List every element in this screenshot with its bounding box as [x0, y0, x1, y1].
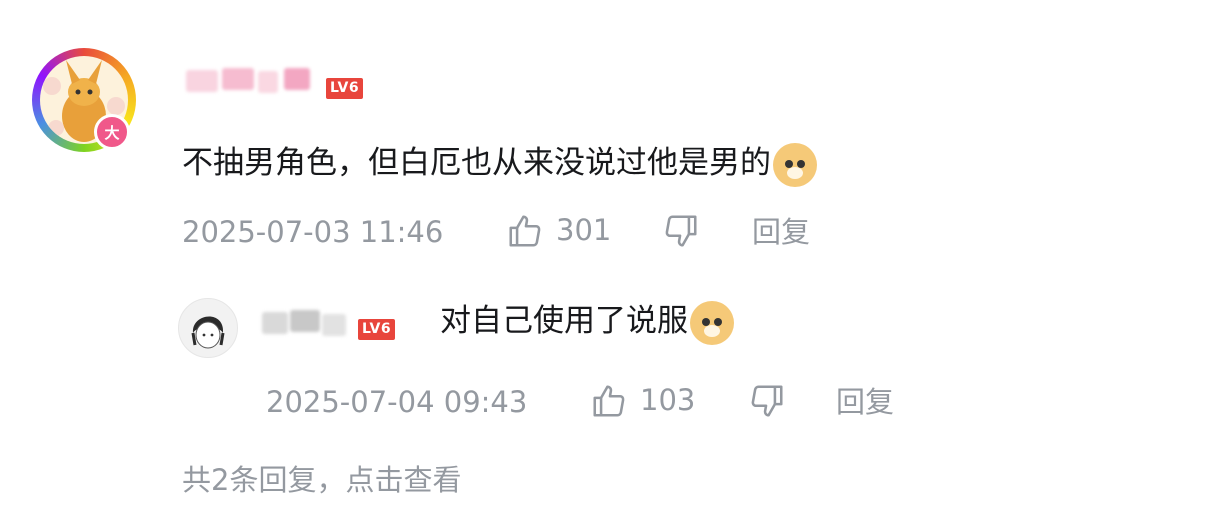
view-more-replies-link[interactable]: 共2条回复，点击查看: [182, 460, 461, 500]
reply-text: 对自己使用了说服: [440, 303, 688, 339]
commenter-username[interactable]: [186, 66, 312, 100]
reply-like-button[interactable]: [590, 382, 628, 420]
comment-timestamp: 2025-07-03 11:46: [182, 215, 444, 249]
level-badge: LV6: [358, 319, 396, 340]
username-blur-1: [262, 312, 288, 334]
reply-like-count: 103: [640, 383, 696, 417]
doge-emoji-icon: [690, 300, 734, 345]
comment-text-row: 不抽男角色，但白厄也从来没说过他是男的: [182, 140, 817, 188]
username-blur-2: [222, 68, 254, 90]
thumbs-up-icon: [593, 385, 625, 417]
avatar-badge: 大: [94, 114, 130, 150]
reply-reply-button[interactable]: 回复: [836, 382, 894, 422]
level-badge: LV6: [326, 78, 364, 99]
thumbs-up-icon: [509, 215, 541, 247]
commenter-avatar[interactable]: 大: [30, 44, 146, 152]
username-blur-1: [186, 70, 218, 92]
replier-avatar[interactable]: [178, 298, 238, 358]
reply-timestamp: 2025-07-04 09:43: [266, 385, 528, 419]
reply-button[interactable]: 回复: [752, 212, 810, 252]
reply-text-row: 对自己使用了说服: [440, 298, 734, 346]
username-blur-4: [284, 68, 310, 90]
username-blur-3: [258, 71, 278, 93]
username-blur-3: [322, 314, 346, 336]
username-blur-2: [290, 310, 320, 332]
replier-username[interactable]: [262, 306, 348, 342]
thumbs-down-icon: [665, 215, 697, 247]
like-button[interactable]: [506, 212, 544, 250]
avatar-image: [191, 316, 225, 349]
comment-text: 不抽男角色，但白厄也从来没说过他是男的: [182, 145, 771, 181]
doge-emoji-icon: [773, 142, 817, 187]
reply-dislike-button[interactable]: [748, 382, 786, 420]
thumbs-down-icon: [751, 385, 783, 417]
dislike-button[interactable]: [662, 212, 700, 250]
like-count: 301: [556, 213, 612, 247]
